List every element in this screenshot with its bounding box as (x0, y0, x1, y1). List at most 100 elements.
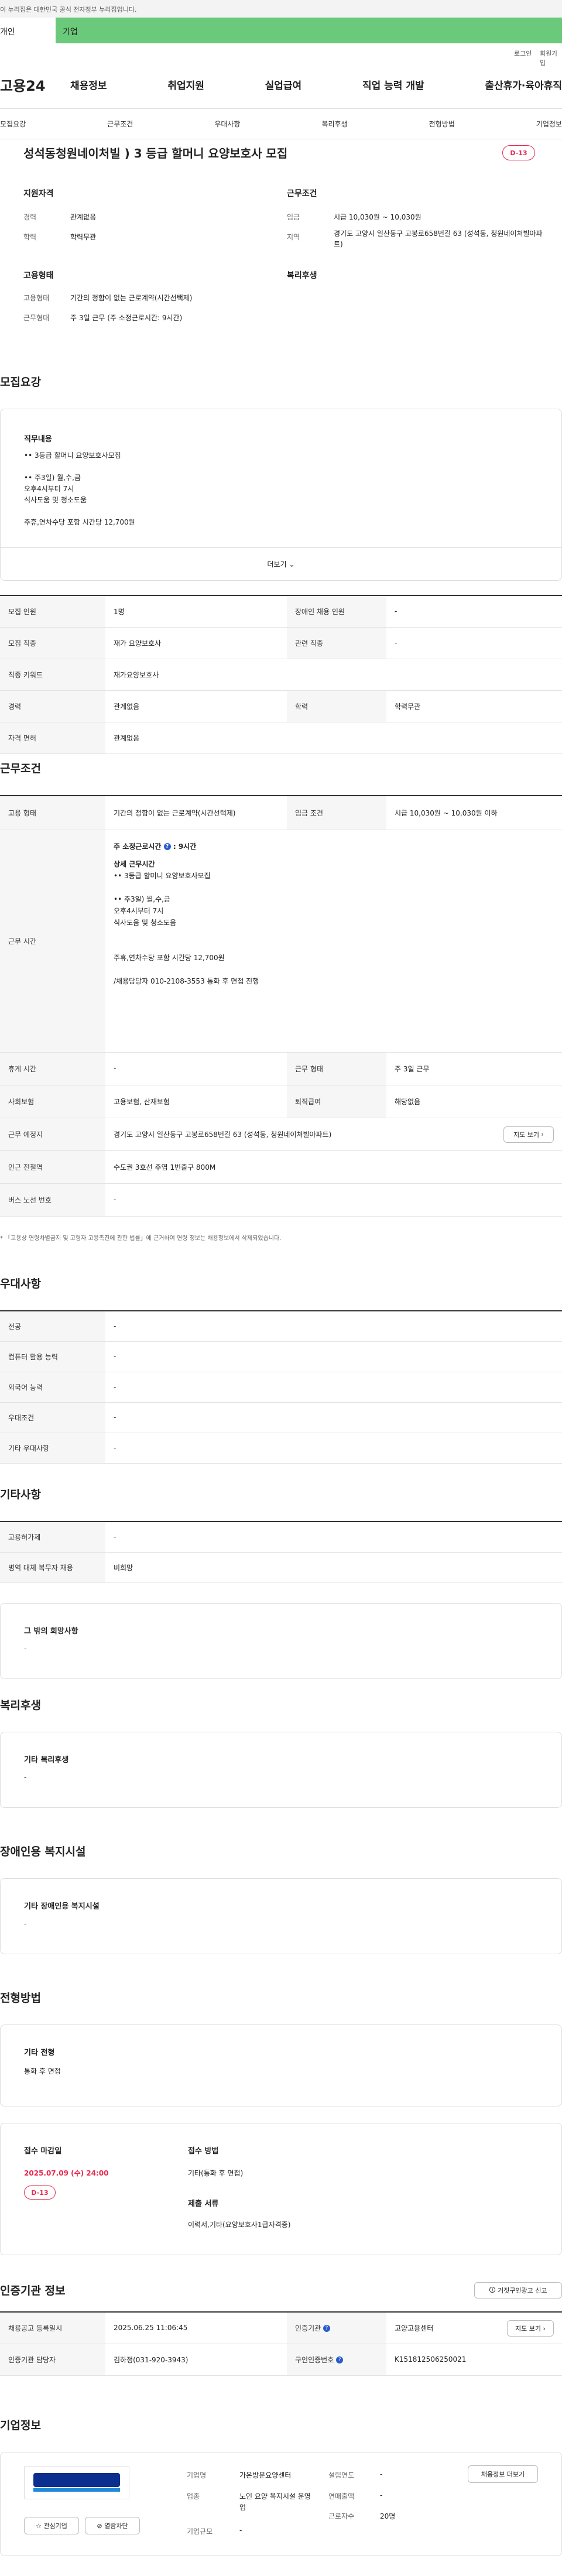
bus-label: 버스 노선 번호 (0, 1183, 105, 1217)
welfare-box-title: 기타 복리후생 (24, 1756, 69, 1765)
row-value: 재가요양보호사 (105, 659, 562, 691)
other-selection-title: 기타 전형 (24, 2049, 55, 2057)
receipt-card: 접수 마감일 2025.07.09 (수) 24:00 D-13 접수 방법 기… (0, 2123, 562, 2255)
preference-row: 컴퓨터 활용 능력 - (0, 1341, 562, 1372)
agency-label-cell: 인증기관 ? (287, 2312, 386, 2344)
duty-content: •• 3등급 할머니 요양보호사모집 •• 주3일) 월,수,금 오후4시부터 7시… (24, 450, 135, 528)
row-label: 경력 (0, 690, 105, 722)
row-label: 모집 인원 (0, 595, 105, 628)
place-value: 경기도 고양시 일산동구 고봉로658번길 63 (성석동, 청원네이처빌아파트… (114, 1130, 332, 1139)
more-button[interactable]: 더보기 ⌄ (1, 547, 561, 581)
welfare-title: 복리후생 (0, 1699, 41, 1712)
subnav-recruit[interactable]: 모집요강 (0, 119, 26, 129)
site-logo[interactable]: 고용24 (0, 74, 70, 95)
row-label: 관련 직종 (287, 627, 386, 659)
wage-label: 임금 조건 (287, 796, 386, 830)
company-section: 기업정보 ☆ 관심기업 ⊘ 열람차단 기업명 가온방문요양센터 업종 노인 요양… (0, 2417, 562, 2557)
row-value: 학력무관 (386, 690, 562, 722)
tab-corp[interactable]: 기업 (56, 18, 562, 43)
preference-section: 우대사항 전공 - 컴퓨터 활용 능력 - 외국어 능력 - 우대조건 - 기타 우대사항 - (0, 1275, 562, 1486)
row-label: 고용허가제 (0, 1522, 105, 1553)
menu-leave[interactable]: 출산휴가·육아휴직 (485, 77, 562, 92)
docs-label: 제출 서류 (188, 2200, 219, 2208)
agency-label: 인증기관 (295, 2324, 321, 2332)
job-summary: 성석동청원네이처빌 ) 3 등급 할머니 요양보호사 모집 D-13 지원자격 … (0, 139, 562, 374)
row-label: 학력 (287, 690, 386, 722)
insurance-value: 고용보험, 산재보험 (105, 1085, 287, 1118)
menu-unemployment[interactable]: 실업급여 (265, 77, 302, 92)
duty-line: •• 3등급 할머니 요양보호사모집 (24, 451, 121, 460)
info-icon[interactable]: ? (323, 2325, 330, 2332)
more-label: 더보기 (267, 560, 287, 568)
subnav-company[interactable]: 기업정보 (536, 119, 562, 129)
severance-value: 해당없음 (386, 1085, 562, 1118)
login-link[interactable]: 로그인 (514, 49, 532, 58)
form-label: 근무 형태 (287, 1052, 386, 1085)
edu-label: 학력 (23, 233, 37, 241)
map-button[interactable]: 지도 보기 › (503, 1126, 554, 1143)
subnav-conditions[interactable]: 근무조건 (107, 119, 133, 129)
hope-card: 그 밖의 희망사항 - (0, 1603, 562, 1679)
subnav-preference[interactable]: 우대사항 (214, 119, 240, 129)
severance-label: 퇴직급여 (287, 1085, 386, 1118)
career-value: 관계없음 (70, 213, 97, 221)
staff-label: 인증기관 담당자 (0, 2344, 105, 2376)
duty-line: 오후4시부터 7시 (24, 485, 74, 493)
hours-label: 근무 시간 (0, 830, 105, 1053)
hours-line (114, 964, 554, 975)
hope-title: 그 밖의 희망사항 (24, 1627, 78, 1636)
menu-employment-support[interactable]: 취업지원 (167, 77, 204, 92)
row-label: 기타 우대사항 (0, 1433, 105, 1464)
preference-row: 전공 - (0, 1311, 562, 1342)
row-value: - (105, 1311, 562, 1342)
duty-label: 직무내용 (24, 435, 52, 444)
employees-value: 20명 (380, 2512, 396, 2520)
welfare-box-value: - (24, 1773, 27, 1782)
selection-title: 전형방법 (0, 1992, 41, 2005)
disability-title: 장애인용 복지시설 (0, 1845, 86, 1858)
other-selection-card: 기타 전형 통화 후 면접 (0, 2025, 562, 2106)
row-label: 직종 키워드 (0, 659, 105, 691)
agency-map-button[interactable]: 지도 보기 › (507, 2320, 554, 2337)
company-logo (24, 2467, 129, 2499)
menu-training[interactable]: 직업 능력 개발 (362, 77, 424, 92)
etc-row: 고용허가제 - (0, 1522, 562, 1553)
reg-value: 2025.06.25 11:06:45 (105, 2312, 287, 2344)
emptype-value: 기간의 정함이 없는 근로계약(시간선택제) (70, 294, 193, 302)
company-info-button[interactable]: 채용정보 더보기 (468, 2465, 538, 2483)
duty-line (24, 506, 135, 517)
info-icon[interactable]: ? (336, 2356, 344, 2363)
welfare-title: 복리후생 (287, 271, 317, 280)
disability-box-value: - (24, 1920, 27, 1928)
job-title: 성석동청원네이처빌 ) 3 등급 할머니 요양보호사 모집 (23, 146, 288, 160)
report-button[interactable]: 🛈 거짓구인광고 신고 (474, 2282, 562, 2298)
interest-button[interactable]: ☆ 관심기업 (24, 2517, 79, 2534)
duty-line: 주휴,연차수당 포함 시간당 12,700원 (24, 518, 135, 526)
row-value: - (386, 627, 562, 659)
wage-label: 임금 (287, 213, 300, 221)
subnav-welfare[interactable]: 복리후생 (321, 119, 347, 129)
qual-title: 지원자격 (23, 189, 54, 198)
preference-row: 기타 우대사항 - (0, 1433, 562, 1464)
subway-value: 수도권 3호선 주엽 1번출구 800M (105, 1150, 562, 1184)
hours-line: 상세 근무시간 (114, 859, 155, 868)
user-type-tabs: 개인 기업 (0, 18, 562, 43)
subway-label: 인근 전철역 (0, 1150, 105, 1184)
menu-jobs[interactable]: 채용정보 (70, 77, 107, 92)
hours-value: : 9시간 (173, 842, 197, 851)
tab-personal[interactable]: 개인 (0, 18, 56, 43)
row-value: - (105, 1402, 562, 1433)
recruit-section: 모집요강 직무내용 •• 3등급 할머니 요양보호사모집 •• 주3일) 월,수,… (0, 374, 562, 760)
agency-value: 고양고용센터 (395, 2324, 434, 2332)
block-button[interactable]: ⊘ 열람차단 (85, 2517, 140, 2534)
selection-section: 전형방법 기타 전형 통화 후 면접 접수 마감일 2025.07.09 (수)… (0, 1989, 562, 2282)
etc-title: 기타사항 (0, 1488, 41, 1501)
worktype-value: 주 3일 근무 (주 소정근로시간: 9시간) (70, 314, 183, 322)
report-label: 거짓구인광고 신고 (498, 2287, 547, 2294)
agency-value-cell: 고양고용센터 지도 보기 › (386, 2312, 562, 2344)
info-icon[interactable]: ? (163, 843, 171, 850)
subnav-selection[interactable]: 전형방법 (429, 119, 455, 129)
recruit-row: 자격 면허 관계없음 (0, 722, 562, 754)
row-value: 재가 요양보호사 (105, 627, 287, 659)
bus-value: - (105, 1183, 562, 1217)
